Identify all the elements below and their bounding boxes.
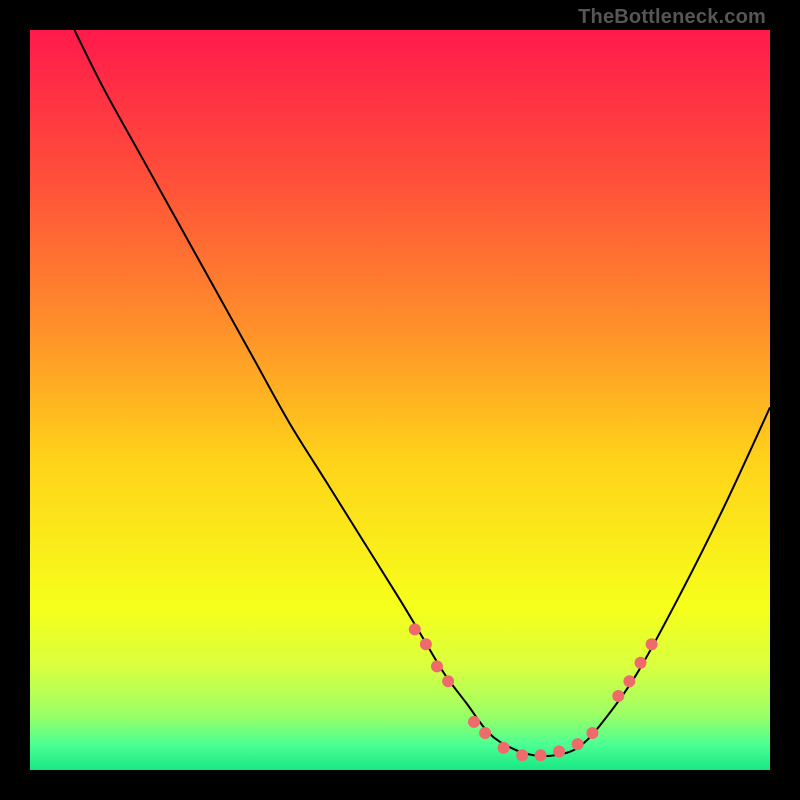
highlight-dot (635, 657, 647, 669)
highlight-dot (409, 623, 421, 635)
highlight-dot (553, 746, 565, 758)
highlight-dot (516, 749, 528, 761)
highlight-dot (612, 690, 624, 702)
highlight-dot (420, 638, 432, 650)
highlight-dot (535, 749, 547, 761)
highlight-dot (572, 738, 584, 750)
highlight-dot (431, 660, 443, 672)
highlight-dot (479, 727, 491, 739)
highlight-dot (586, 727, 598, 739)
highlight-dot (498, 742, 510, 754)
highlight-dot (623, 675, 635, 687)
gradient-background (30, 30, 770, 770)
highlight-dot (468, 716, 480, 728)
chart-svg (30, 30, 770, 770)
watermark-text: TheBottleneck.com (578, 6, 766, 29)
highlight-dot (646, 638, 658, 650)
chart-frame (30, 30, 770, 770)
highlight-dot (442, 675, 454, 687)
